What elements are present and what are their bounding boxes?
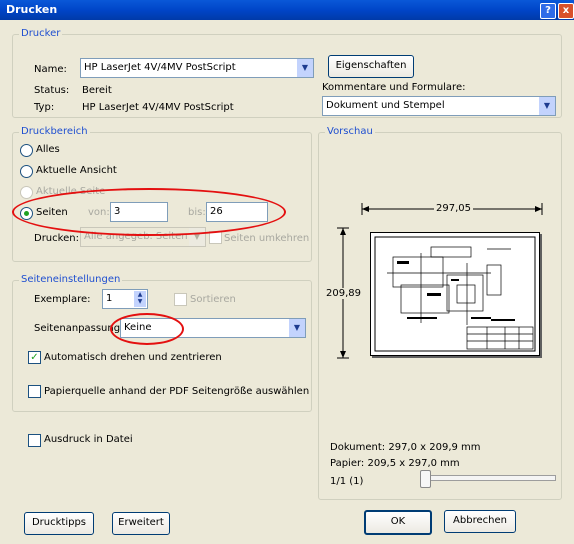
print-range-legend: Druckbereich (19, 126, 90, 137)
chevron-down-icon[interactable]: ▼ (289, 319, 305, 337)
all-label[interactable]: Alles (36, 144, 60, 155)
print-dialog: Drucken ? x Drucker Name: HP LaserJet 4V… (0, 0, 574, 544)
printer-name-value: HP LaserJet 4V/4MV PostScript (84, 62, 236, 73)
preview-legend: Vorschau (325, 126, 375, 137)
chevron-down-icon[interactable]: ▼ (297, 59, 313, 77)
paper-source-checkbox[interactable] (28, 385, 41, 398)
copies-label: Exemplare: (34, 294, 91, 305)
reverse-pages-label: Seiten umkehren (224, 233, 310, 244)
all-radio[interactable] (20, 144, 33, 157)
printer-legend: Drucker (19, 28, 63, 39)
comments-label: Kommentare und Formulare: (322, 82, 466, 93)
comments-value: Dokument und Stempel (326, 100, 445, 111)
print-subset-label: Drucken: (34, 233, 79, 244)
page-preview (370, 232, 540, 356)
print-to-file-label[interactable]: Ausdruck in Datei (44, 434, 133, 445)
height-label: 209,89 (326, 288, 361, 299)
collate-checkbox (174, 293, 187, 306)
properties-button[interactable]: Eigenschaften (328, 55, 414, 78)
window-title: Drucken (6, 3, 58, 16)
current-view-label[interactable]: Aktuelle Ansicht (36, 165, 117, 176)
page-counter: 1/1 (1) (330, 476, 364, 487)
stepper-arrows-icon[interactable]: ▲ ▼ (134, 291, 146, 307)
help-button[interactable]: ? (540, 3, 556, 19)
cancel-button[interactable]: Abbrechen (444, 510, 516, 533)
printer-type-label: Typ: (34, 102, 55, 113)
title-bar[interactable]: Drucken ? x (0, 0, 574, 20)
page-slider-track[interactable] (424, 475, 556, 481)
current-page-radio (20, 186, 33, 199)
close-button[interactable]: x (558, 3, 574, 19)
printer-status-label: Status: (34, 85, 70, 96)
copies-stepper[interactable]: 1 ▲ ▼ (102, 289, 148, 309)
printer-status-value: Bereit (82, 85, 112, 96)
collate-label: Sortieren (190, 294, 236, 305)
paper-source-label[interactable]: Papierquelle anhand der PDF Seitengröße … (44, 386, 309, 397)
printer-type-value: HP LaserJet 4V/4MV PostScript (82, 102, 234, 113)
scaling-annotation-ellipse (110, 313, 184, 345)
advanced-button[interactable]: Erweitert (112, 512, 170, 535)
autorotate-checkbox[interactable]: ✓ (28, 351, 41, 364)
comments-select[interactable]: Dokument und Stempel ▼ (322, 96, 556, 116)
ok-button[interactable]: OK (364, 510, 432, 535)
print-to-file-checkbox[interactable] (28, 434, 41, 447)
printer-name-select[interactable]: HP LaserJet 4V/4MV PostScript ▼ (80, 58, 314, 78)
pages-annotation-ellipse (12, 188, 286, 236)
print-tips-button[interactable]: Drucktipps (24, 512, 94, 535)
paper-size: Papier: 209,5 x 297,0 mm (330, 458, 460, 469)
page-setup-legend: Seiteneinstellungen (19, 274, 123, 285)
autorotate-label[interactable]: Automatisch drehen und zentrieren (44, 352, 222, 363)
document-size: Dokument: 297,0 x 209,9 mm (330, 442, 481, 453)
current-view-radio[interactable] (20, 165, 33, 178)
width-label: 297,05 (434, 203, 473, 214)
copies-value: 1 (106, 293, 113, 304)
printer-name-label: Name: (34, 64, 67, 75)
drawing-preview-image (374, 236, 536, 352)
chevron-down-icon[interactable]: ▼ (539, 97, 555, 115)
page-slider-thumb[interactable] (420, 470, 431, 488)
